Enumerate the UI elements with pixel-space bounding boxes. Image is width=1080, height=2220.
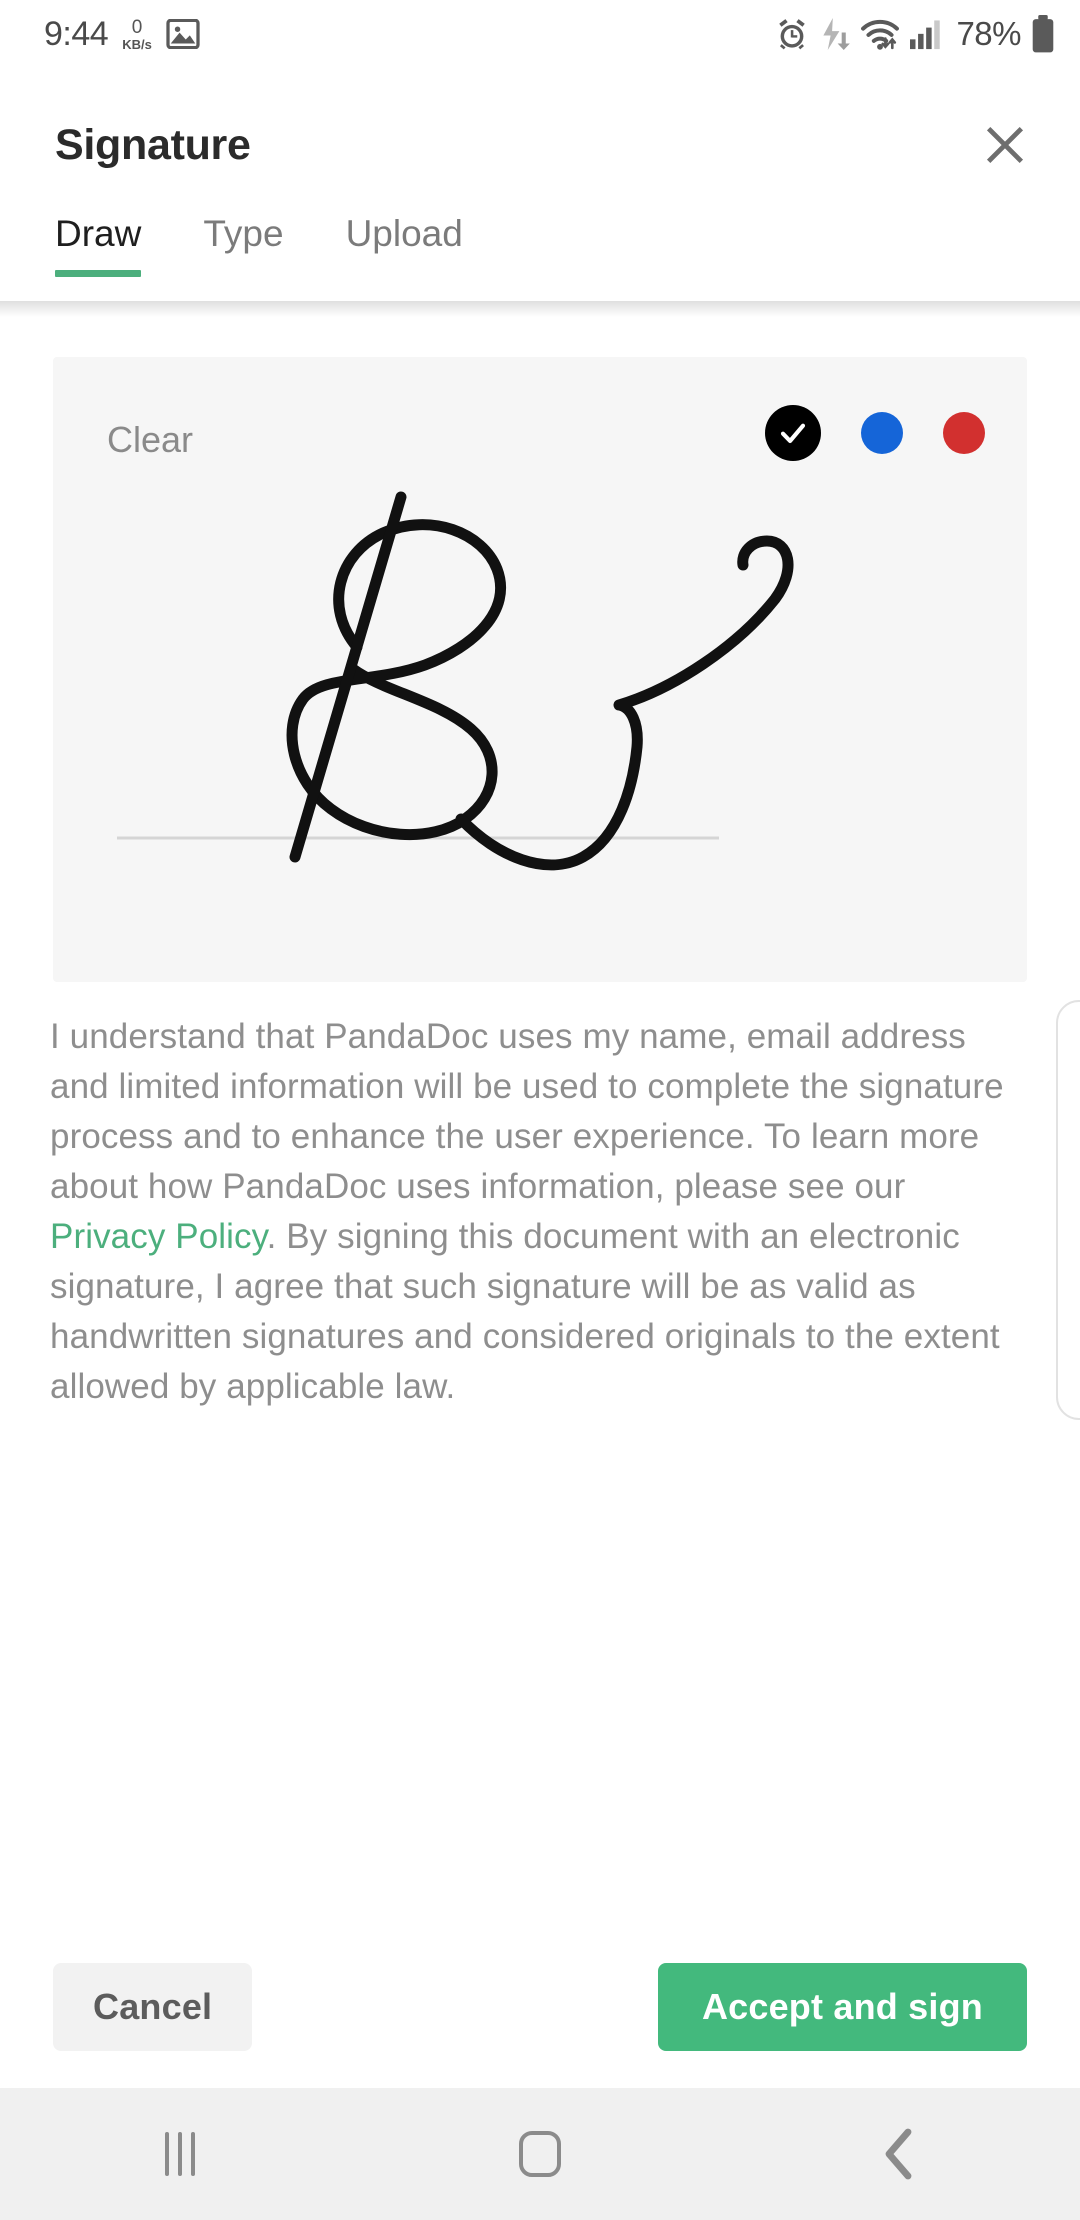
cancel-button[interactable]: Cancel	[53, 1963, 253, 2051]
legal-disclaimer: I understand that PandaDoc uses my name,…	[50, 1012, 1017, 1412]
accept-and-sign-button[interactable]: Accept and sign	[657, 1963, 1027, 2051]
wifi-icon	[860, 17, 900, 51]
phone-screen: 9:44 0 KB/s 78% Signature Draw Type Uplo…	[0, 0, 1080, 2220]
tab-upload[interactable]: Upload	[346, 213, 463, 277]
status-bar-left: 9:44 0 KB/s	[44, 15, 200, 54]
color-swatch-group	[765, 405, 985, 461]
color-swatch-red[interactable]	[943, 412, 985, 454]
tab-draw[interactable]: Draw	[55, 213, 142, 277]
status-clock: 9:44	[44, 14, 109, 53]
privacy-policy-link[interactable]: Privacy Policy	[50, 1217, 267, 1256]
back-glyph	[885, 2128, 912, 2180]
disclaimer-part-1: I understand that PandaDoc uses my name,…	[50, 1017, 1004, 1206]
tab-type[interactable]: Type	[203, 213, 283, 277]
sheet-header: Signature Draw Type Upload	[0, 68, 1080, 301]
network-speed-indicator: 0 KB/s	[122, 18, 152, 51]
side-panel-edge[interactable]	[1056, 1000, 1080, 1420]
back-icon[interactable]	[820, 2088, 980, 2220]
header-divider-shadow	[0, 301, 1080, 317]
network-speed-unit: KB/s	[122, 36, 152, 52]
close-icon[interactable]	[970, 110, 1040, 180]
signal-icon	[909, 18, 943, 50]
image-icon	[166, 19, 200, 49]
network-speed-value: 0	[131, 16, 143, 38]
flash-download-icon	[819, 16, 851, 52]
signature-canvas-card[interactable]: Clear	[53, 357, 1027, 982]
color-swatch-black[interactable]	[765, 405, 821, 461]
alarm-icon	[774, 16, 810, 52]
recents-glyph	[165, 2132, 195, 2176]
page-title: Signature	[55, 120, 251, 169]
color-swatch-blue[interactable]	[861, 412, 903, 454]
check-icon	[780, 423, 806, 444]
action-footer: Cancel Accept and sign	[0, 1948, 1080, 2066]
android-nav-bar	[0, 2088, 1080, 2220]
tab-bar: Draw Type Upload	[55, 213, 525, 277]
recents-icon[interactable]	[100, 2088, 260, 2220]
home-glyph	[519, 2131, 561, 2177]
battery-icon	[1030, 15, 1056, 53]
status-bar-right: 78%	[774, 15, 1056, 53]
title-row: Signature	[0, 100, 1080, 190]
home-icon[interactable]	[460, 2088, 620, 2220]
status-bar: 9:44 0 KB/s 78%	[0, 0, 1080, 68]
battery-percentage: 78%	[956, 15, 1021, 52]
clear-button[interactable]: Clear	[107, 419, 193, 461]
